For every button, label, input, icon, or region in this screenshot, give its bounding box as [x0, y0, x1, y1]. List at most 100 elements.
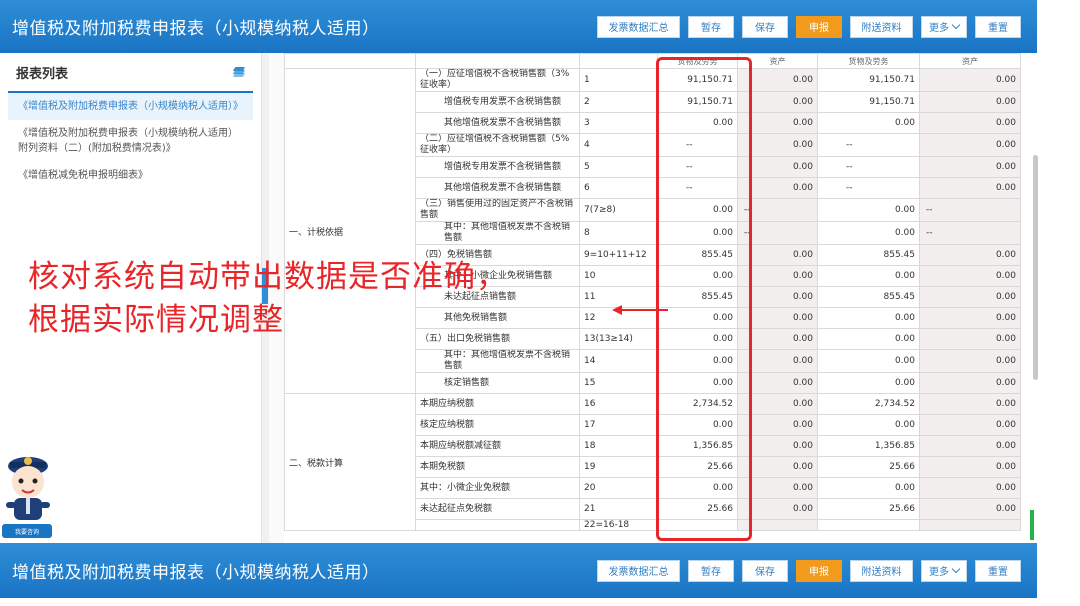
highlight-box: [656, 57, 752, 541]
row-item-label: 其中：其他增值税发票不含税销售额: [415, 221, 580, 245]
save-button[interactable]: 保存: [742, 559, 788, 582]
row-line-number: 18: [579, 435, 658, 457]
row-value-goods-cumulative: 0.00: [817, 265, 920, 287]
attach-button[interactable]: 附送资料: [850, 559, 913, 582]
row-item-label: 增值税专用发票不含税销售额: [415, 156, 580, 178]
row-value-assets-cumulative: [919, 519, 1021, 531]
consult-button[interactable]: 我要咨询: [2, 524, 52, 538]
group-label-basis: 一、计税依据: [284, 68, 416, 394]
row-value-goods-cumulative: --: [817, 133, 920, 157]
row-value-goods-cumulative: [817, 519, 920, 531]
row-item-label: 本期免税额: [415, 456, 580, 478]
row-value-goods-cumulative: 0.00: [817, 112, 920, 134]
page-bottom: [0, 598, 1037, 606]
save-button[interactable]: 保存: [742, 15, 788, 38]
reset-button[interactable]: 重置: [975, 559, 1021, 582]
row-item-label: 核定销售额: [415, 372, 580, 394]
row-item-label: 核定应纳税额: [415, 414, 580, 436]
chevron-down-icon: [951, 20, 961, 29]
row-value-assets-cumulative: 0.00: [919, 286, 1021, 308]
row-value-goods-cumulative: 0.00: [817, 328, 920, 350]
row-value-goods-cumulative: 2,734.52: [817, 393, 920, 415]
row-value-assets-cumulative: 0.00: [919, 91, 1021, 113]
row-value-goods-cumulative: 0.00: [817, 414, 920, 436]
invoice-summary-button[interactable]: 发票数据汇总: [597, 15, 680, 38]
top-header: 增值税及附加税费申报表（小规模纳税人适用） 发票数据汇总 暂存 保存 申报 附送…: [0, 0, 1037, 53]
row-line-number: 6: [579, 177, 658, 199]
row-item-label: （一）应征增值税不含税销售额（3%征收率）: [415, 68, 580, 92]
row-value-goods-cumulative: --: [817, 156, 920, 178]
status-indicator: [1030, 510, 1034, 540]
sidebar-item-main-form[interactable]: 《增值税及附加税费申报表（小规模纳税人适用）》: [8, 93, 253, 120]
row-line-number: 9=10+11+12: [579, 244, 658, 266]
annotation-text: 核对系统自动带出数据是否准确， 根据实际情况调整: [28, 256, 508, 342]
row-value-goods-cumulative: --: [817, 177, 920, 199]
row-value-assets-cumulative: 0.00: [919, 68, 1021, 92]
layers-icon[interactable]: [232, 67, 246, 77]
vertical-scrollbar[interactable]: [1033, 155, 1038, 380]
row-line-number: 7(7≥8): [579, 198, 658, 222]
arrow-icon: [612, 305, 622, 315]
group-label-calc: 二、税款计算: [284, 393, 416, 531]
row-value-goods-cumulative: 0.00: [817, 221, 920, 245]
row-item-label: 本期应纳税额: [415, 393, 580, 415]
declare-button[interactable]: 申报: [796, 559, 842, 582]
row-value-assets-cumulative: 0.00: [919, 244, 1021, 266]
more-label: 更多: [929, 567, 949, 578]
row-value-assets-cumulative: 0.00: [919, 349, 1021, 373]
row-value-assets-cumulative: 0.00: [919, 328, 1021, 350]
row-line-number: 2: [579, 91, 658, 113]
declare-button[interactable]: 申报: [796, 15, 842, 38]
table-row: 二、税款计算 本期应纳税额 16 2,734.52 0.00 2,734.52 0.00: [284, 393, 1021, 531]
more-button[interactable]: 更多: [921, 559, 967, 582]
more-label: 更多: [929, 23, 949, 34]
row-value-assets-cumulative: 0.00: [919, 265, 1021, 287]
table-row: 一、计税依据 （一）应征增值税不含税销售额（3%征收率） 1 91,150.71 0.0…: [284, 68, 1021, 394]
row-line-number: 1: [579, 68, 658, 92]
row-item-label: （三）销售使用过的固定资产不含税销售额: [415, 198, 580, 222]
row-value-goods-cumulative: 0.00: [817, 349, 920, 373]
row-value-goods-cumulative: 25.66: [817, 456, 920, 478]
row-line-number: 19: [579, 456, 658, 478]
row-value-goods-cumulative: 25.66: [817, 498, 920, 520]
row-item-label: 其中：小微企业免税额: [415, 477, 580, 499]
row-line-number: 21: [579, 498, 658, 520]
attach-button[interactable]: 附送资料: [850, 15, 913, 38]
sidebar-item-exemption-detail[interactable]: 《增值税减免税申报明细表》: [8, 162, 253, 189]
stage-save-button[interactable]: 暂存: [688, 15, 734, 38]
invoice-summary-button[interactable]: 发票数据汇总: [597, 559, 680, 582]
row-line-number: 15: [579, 372, 658, 394]
app-title: 增值税及附加税费申报表（小规模纳税人适用）: [12, 19, 380, 39]
row-value-assets-cumulative: 0.00: [919, 112, 1021, 134]
header-assets-2: 资产: [919, 53, 1021, 69]
reset-button[interactable]: 重置: [975, 15, 1021, 38]
row-value-goods-cumulative: 855.45: [817, 244, 920, 266]
sidebar-item-appendix-2[interactable]: 《增值税及附加税费申报表（小规模纳税人适用）附列资料（二）(附加税费情况表)》: [8, 120, 253, 162]
annotation-line-1: 核对系统自动带出数据是否准确，: [28, 259, 508, 295]
chevron-down-icon: [951, 564, 961, 573]
row-item-label: 其他增值税发票不含税销售额: [415, 112, 580, 134]
right-margin: [1037, 0, 1080, 606]
row-line-number: 22=16-18: [579, 519, 658, 531]
toolbar-top: 发票数据汇总 暂存 保存 申报 附送资料 更多 重置: [597, 15, 1037, 38]
row-value-assets-cumulative: 0.00: [919, 498, 1021, 520]
row-line-number: 17: [579, 414, 658, 436]
row-item-label: [415, 519, 580, 531]
row-item-label: 本期应纳税额减征额: [415, 435, 580, 457]
row-value-assets-cumulative: 0.00: [919, 133, 1021, 157]
row-line-number: 10: [579, 265, 658, 287]
stage-save-button[interactable]: 暂存: [688, 559, 734, 582]
row-value-assets-cumulative: 0.00: [919, 435, 1021, 457]
bottom-header: 增值税及附加税费申报表（小规模纳税人适用） 发票数据汇总 暂存 保存 申报 附送…: [0, 543, 1037, 598]
toolbar-bottom: 发票数据汇总 暂存 保存 申报 附送资料 更多 重置: [597, 559, 1037, 582]
row-value-goods-cumulative: 0.00: [817, 307, 920, 329]
row-value-assets-cumulative: 0.00: [919, 307, 1021, 329]
row-value-goods-cumulative: 1,356.85: [817, 435, 920, 457]
row-value-goods-cumulative: 0.00: [817, 477, 920, 499]
row-item-label: （二）应征增值税不含税销售额（5%征收率）: [415, 133, 580, 157]
row-line-number: 5: [579, 156, 658, 178]
row-item-label: 未达起征点免税额: [415, 498, 580, 520]
row-value-assets-cumulative: --: [919, 198, 1021, 222]
more-button[interactable]: 更多: [921, 15, 967, 38]
row-item-label: 其中：其他增值税发票不含税销售额: [415, 349, 580, 373]
